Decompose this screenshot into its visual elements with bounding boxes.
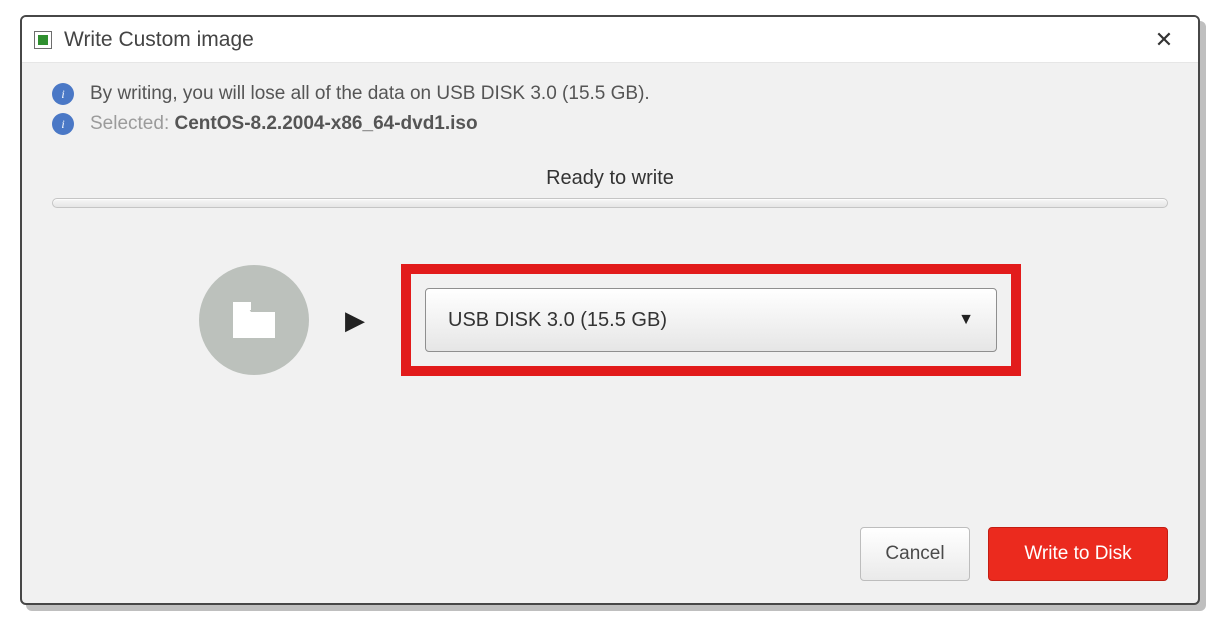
progress-bar bbox=[52, 198, 1168, 208]
info-icon: i bbox=[52, 113, 74, 135]
cancel-button[interactable]: Cancel bbox=[860, 527, 970, 581]
dialog-content: i By writing, you will lose all of the d… bbox=[22, 63, 1198, 603]
window-title: Write Custom image bbox=[64, 28, 254, 52]
target-disk-dropdown[interactable]: USB DISK 3.0 (15.5 GB) ▼ bbox=[425, 288, 997, 352]
selected-label: Selected: bbox=[90, 113, 169, 134]
close-icon: ✕ bbox=[1155, 27, 1173, 53]
write-button-label: Write to Disk bbox=[1024, 543, 1131, 565]
chevron-down-icon: ▼ bbox=[958, 311, 974, 329]
status-label: Ready to write bbox=[52, 167, 1168, 190]
selected-file: CentOS-8.2.2004-x86_64-dvd1.iso bbox=[175, 113, 478, 134]
close-button[interactable]: ✕ bbox=[1142, 22, 1186, 58]
info-selected-block: Selected: CentOS-8.2.2004-x86_64-dvd1.is… bbox=[90, 113, 478, 135]
write-to-disk-button[interactable]: Write to Disk bbox=[988, 527, 1168, 581]
info-selected-line: i Selected: CentOS-8.2.2004-x86_64-dvd1.… bbox=[52, 113, 1168, 135]
app-icon bbox=[34, 31, 52, 49]
target-disk-value: USB DISK 3.0 (15.5 GB) bbox=[448, 309, 667, 332]
dialog-button-row: Cancel Write to Disk bbox=[52, 507, 1168, 581]
info-warning-text: By writing, you will lose all of the dat… bbox=[90, 83, 650, 105]
folder-icon bbox=[231, 300, 277, 340]
dialog-window: Write Custom image ✕ i By writing, you w… bbox=[20, 15, 1200, 605]
highlighted-target-area: USB DISK 3.0 (15.5 GB) ▼ bbox=[401, 264, 1021, 376]
info-icon: i bbox=[52, 83, 74, 105]
status-block: Ready to write bbox=[52, 167, 1168, 208]
titlebar: Write Custom image ✕ bbox=[22, 17, 1198, 63]
arrow-right-icon: ▶ bbox=[345, 305, 365, 336]
source-target-row: ▶ USB DISK 3.0 (15.5 GB) ▼ bbox=[52, 264, 1168, 376]
browse-source-button[interactable] bbox=[199, 265, 309, 375]
info-warning-line: i By writing, you will lose all of the d… bbox=[52, 83, 1168, 105]
cancel-button-label: Cancel bbox=[885, 543, 944, 565]
